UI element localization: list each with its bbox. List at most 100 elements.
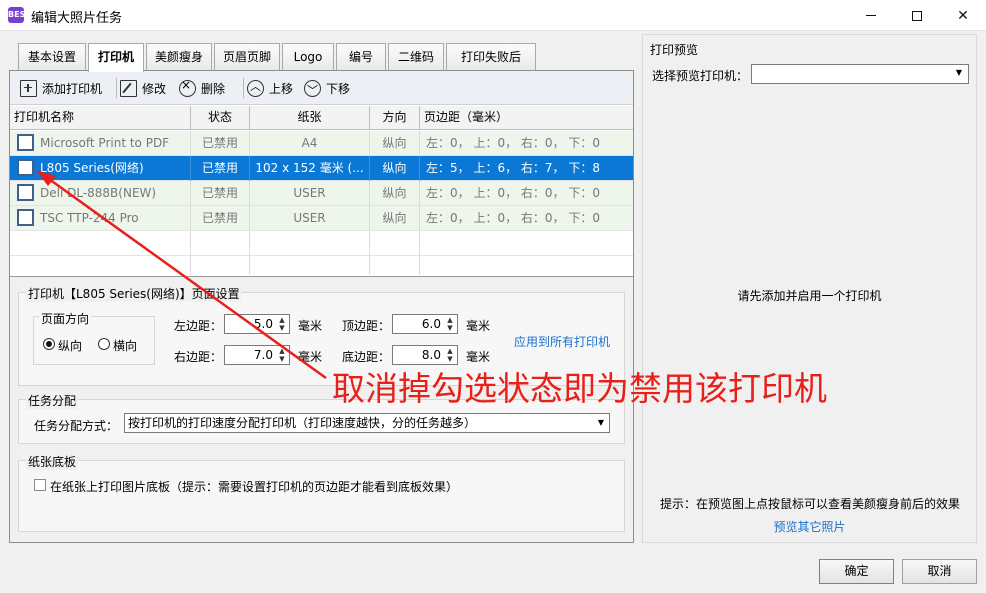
printer-name-cell: Deli DL-888B(NEW) (10, 181, 191, 206)
unit-label: 毫米 (298, 350, 323, 364)
move-up-button[interactable]: ︿ 上移 (247, 77, 293, 99)
empty-row (10, 256, 633, 275)
apply-all-printers-link[interactable]: 应用到所有打印机 (514, 333, 610, 350)
right-margin-label: 右边距： (174, 350, 223, 364)
toolbar-separator (243, 78, 244, 98)
margins-cell: 左：0， 上：0， 右：0， 下：0 (426, 136, 600, 150)
tab-numbering[interactable]: 编号 (336, 43, 386, 71)
table-row[interactable]: Microsoft Print to PDF 已禁用 A4 纵向 左：0， 上：… (10, 131, 633, 156)
portrait-radio[interactable] (43, 338, 55, 350)
move-down-label: 下移 (326, 81, 351, 96)
paper-cell: A4 (250, 131, 370, 156)
orientation-cell: 纵向 (370, 206, 420, 231)
printer-toolbar: 添加打印机 修改 × 删除 ︿ 上移 ﹀ 下移 (10, 71, 633, 105)
minimize-icon (866, 15, 876, 16)
preview-other-photos-link[interactable]: 预览其它照片 (643, 518, 976, 535)
ok-button[interactable]: 确定 (819, 559, 894, 584)
add-printer-label: 添加打印机 (42, 81, 103, 96)
unit-label: 毫米 (298, 319, 323, 333)
dropdown-arrow-icon: ▼ (597, 418, 604, 427)
bottom-margin-value: 8.0 (421, 348, 441, 362)
column-header-name[interactable]: 打印机名称 (10, 106, 191, 130)
margins-cell: 左：0， 上：0， 右：0， 下：0 (426, 211, 600, 225)
move-down-button[interactable]: ﹀ 下移 (304, 77, 350, 99)
left-margin-spinner[interactable]: 5.0 ▲ ▼ (224, 314, 290, 334)
delete-label: 删除 (201, 81, 226, 96)
preview-hint: 提示：在预览图上点按鼠标可以查看美颜瘦身前后的效果 (659, 497, 960, 511)
tab-logo[interactable]: Logo (282, 43, 334, 71)
table-row-selected[interactable]: L805 Series(网络) 已禁用 102 x 152 毫米 (... 纵向… (10, 156, 633, 181)
orientation-cell: 纵向 (370, 131, 420, 156)
column-header-margins[interactable]: 页边距（毫米） (420, 106, 633, 130)
column-header-orientation[interactable]: 方向 (370, 106, 420, 130)
maximize-icon (912, 10, 922, 21)
page-settings-title: 打印机【L805 Series(网络)】页面设置 (26, 285, 242, 302)
orientation-title: 页面方向 (39, 310, 92, 327)
move-up-label: 上移 (269, 81, 294, 96)
task-distribution-title: 任务分配 (26, 392, 79, 409)
status-cell: 已禁用 (191, 131, 250, 156)
spinner-arrows-icon[interactable]: ▲ ▼ (445, 316, 455, 332)
printer-panel: 添加打印机 修改 × 删除 ︿ 上移 ﹀ 下移 打印机名称 状态 纸张 方向 页… (9, 70, 634, 543)
preview-printer-select[interactable]: ▼ (751, 64, 969, 84)
column-header-status[interactable]: 状态 (191, 106, 250, 130)
right-margin-value: 7.0 (253, 348, 273, 362)
right-margin-spinner[interactable]: 7.0 ▲ ▼ (224, 345, 290, 365)
edit-icon (120, 79, 137, 97)
orientation-cell: 纵向 (370, 156, 420, 181)
preview-empty-message: 请先添加并启用一个打印机 (737, 289, 882, 303)
top-margin-value: 6.0 (421, 317, 441, 331)
print-background-label: 在纸张上打印图片底板（提示：需要设置打印机的页边距才能看到底板效果） (50, 480, 459, 494)
tab-qrcode[interactable]: 二维码 (388, 43, 444, 71)
orientation-cell: 纵向 (370, 181, 420, 206)
print-preview-panel: 打印预览 选择预览打印机： ▼ 请先添加并启用一个打印机 提示：在预览图上点按鼠… (642, 34, 977, 543)
print-background-checkbox[interactable] (34, 479, 46, 491)
margins-cell: 左：0， 上：0， 右：0， 下：0 (426, 186, 600, 200)
tab-beauty[interactable]: 美颜瘦身 (146, 43, 212, 71)
window-title: 编辑大照片任务 (31, 11, 123, 26)
preview-title: 打印预览 (650, 43, 699, 57)
unit-label: 毫米 (466, 319, 491, 333)
close-button[interactable]: ✕ (940, 0, 986, 31)
printer-table: 打印机名称 状态 纸张 方向 页边距（毫米） Microsoft Print t… (10, 106, 633, 275)
spinner-arrows-icon[interactable]: ▲ ▼ (445, 347, 455, 363)
tab-header-footer[interactable]: 页眉页脚 (214, 43, 280, 71)
status-cell: 已禁用 (191, 156, 250, 181)
paper-cell: USER (250, 206, 370, 231)
tab-print-failure[interactable]: 打印失败后 (446, 43, 536, 71)
spinner-arrows-icon[interactable]: ▲ ▼ (277, 316, 287, 332)
cancel-button[interactable]: 取消 (902, 559, 977, 584)
empty-row (10, 231, 633, 256)
toolbar-separator (116, 78, 117, 98)
top-margin-label: 顶边距： (342, 319, 391, 333)
arrow-down-circle-icon: ﹀ (304, 79, 321, 97)
status-cell: 已禁用 (191, 206, 250, 231)
tab-printer[interactable]: 打印机 (88, 43, 144, 72)
edit-button[interactable]: 修改 (120, 77, 166, 99)
paper-background-group (18, 460, 625, 532)
preview-printer-label: 选择预览打印机： (652, 69, 749, 83)
delete-circle-icon: × (179, 78, 196, 97)
table-row[interactable]: Deli DL-888B(NEW) 已禁用 USER 纵向 左：0， 上：0， … (10, 181, 633, 206)
status-cell: 已禁用 (191, 181, 250, 206)
table-row[interactable]: TSC TTP-244 Pro 已禁用 USER 纵向 左：0， 上：0， 右：… (10, 206, 633, 231)
maximize-button[interactable] (894, 0, 940, 31)
landscape-radio[interactable] (98, 338, 110, 350)
top-margin-spinner[interactable]: 6.0 ▲ ▼ (392, 314, 458, 334)
left-margin-value: 5.0 (253, 317, 273, 331)
printer-name-cell: Microsoft Print to PDF (10, 131, 191, 156)
task-method-select[interactable]: 按打印机的打印速度分配打印机（打印速度越快，分的任务越多） ▼ (124, 413, 610, 433)
add-printer-button[interactable]: 添加打印机 (20, 77, 102, 99)
minimize-button[interactable] (848, 0, 894, 31)
app-icon: BEST (8, 7, 31, 23)
close-icon: ✕ (957, 7, 969, 24)
tab-basic-settings[interactable]: 基本设置 (18, 43, 86, 71)
title-bar: BEST 编辑大照片任务 ✕ (0, 0, 986, 31)
table-header: 打印机名称 状态 纸张 方向 页边距（毫米） (10, 106, 633, 130)
margins-cell: 左：5， 上：6， 右：7， 下：8 (426, 161, 600, 175)
column-header-paper[interactable]: 纸张 (250, 106, 370, 130)
delete-button[interactable]: × 删除 (179, 77, 225, 99)
portrait-label: 纵向 (58, 339, 83, 353)
paper-cell: 102 x 152 毫米 (... (250, 156, 370, 181)
spinner-arrows-icon[interactable]: ▲ ▼ (277, 347, 287, 363)
